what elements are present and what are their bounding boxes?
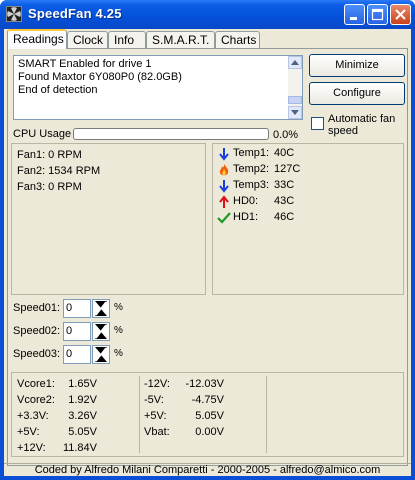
maximize-window-button[interactable] [367,4,388,25]
arrow-down-icon [219,148,229,161]
voltage-label: +5V: [17,426,40,438]
cpu-usage-value: 0.0% [273,129,299,141]
auto-fan-label: Automatic fan speed [328,113,396,137]
status-bar: Coded by Alfredo Milani Comparetti - 200… [34,464,381,476]
voltage-label: +5V: [144,410,167,422]
temp-label: Temp2: [233,163,270,175]
arrow-down-icon [219,180,229,193]
spinner-icon [95,324,107,339]
temps-panel: Temp1: 40C Temp2: 127C Temp3: 33C HD0: 4… [212,143,404,295]
voltage-label: Vcore2: [17,394,55,406]
voltage-value: 1.65V [68,378,97,390]
speed02-stepper[interactable] [92,322,110,341]
tab-charts[interactable]: Charts [215,31,260,48]
temp-value: 43C [274,195,295,207]
log-line: Found Maxtor 6Y080P0 (82.0GB) [18,71,182,83]
log-scrollbar[interactable] [288,56,302,119]
flame-icon [219,164,229,176]
voltage-label: -5V: [144,394,164,406]
voltage-label: -12V: [144,378,170,390]
speedfan-app-icon[interactable] [6,6,22,22]
voltage-value: 1.92V [68,394,97,406]
voltage-value: 11.84V [62,442,97,454]
voltages-panel: Vcore1: 1.65V Vcore2: 1.92V +3.3V: 3.26V +5… [11,372,404,457]
voltages-left: Vcore1: 1.65V Vcore2: 1.92V +3.3V: 3.26V +5… [17,376,97,456]
voltage-label: +12V: [17,442,46,454]
fan-reading: Fan1: 0 RPM [17,149,82,161]
column-divider [139,376,140,453]
voltages-right: -12V: -12.03V -5V: -4.75V +5V: 5.05V Vbat: 0… [144,376,224,440]
tab-info[interactable]: Info [108,31,146,48]
scroll-up-button[interactable] [288,56,302,69]
tab-smart[interactable]: S.M.A.R.T. [146,31,215,48]
speed02-input[interactable]: 0 [63,322,91,341]
auto-fan-checkbox[interactable] [311,117,324,130]
spinner-icon [95,347,107,362]
detection-log[interactable]: SMART Enabled for drive 1 Found Maxtor 6… [13,55,303,120]
voltage-label: +3.3V: [17,410,49,422]
chevron-down-icon [291,110,299,115]
voltage-label: Vbat: [144,426,170,438]
temp-value: 40C [274,147,295,159]
temp-label: HD1: [233,211,259,223]
client-area: Readings Clock Info S.M.A.R.T. Charts SM… [4,29,411,476]
tab-readings[interactable]: Readings [7,29,67,49]
column-divider [266,376,267,453]
temp-value: 33C [274,179,295,191]
speed-label: Speed03: [13,348,61,360]
speed-unit: % [114,302,123,313]
readings-page: SMART Enabled for drive 1 Found Maxtor 6… [7,48,408,466]
voltage-label: Vcore1: [17,378,55,390]
speed01-stepper[interactable] [92,299,110,318]
temp-value: 46C [274,211,295,223]
fan-reading: Fan3: 0 RPM [17,181,82,193]
window-title: SpeedFan 4.25 [28,6,122,21]
temp-label: Temp1: [233,147,270,159]
arrow-up-icon [219,195,229,208]
configure-button[interactable]: Configure [309,82,405,105]
scroll-down-button[interactable] [288,106,302,119]
cpu-usage-label: CPU Usage [13,128,72,140]
minimize-button[interactable]: Minimize [309,54,405,77]
voltage-value: -4.75V [191,394,224,406]
speed-label: Speed02: [13,325,61,337]
speed03-stepper[interactable] [92,345,110,364]
close-window-button[interactable] [390,4,411,25]
scroll-thumb[interactable] [288,96,302,104]
voltage-value: 5.05V [195,410,224,422]
cpu-usage-bar [73,128,269,140]
log-line: SMART Enabled for drive 1 [18,58,152,70]
speed01-input[interactable]: 0 [63,299,91,318]
temp-label: HD0: [233,195,259,207]
speed-unit: % [114,348,123,359]
voltage-value: 5.05V [68,426,97,438]
chevron-up-icon [291,60,299,65]
check-icon [217,212,231,224]
spinner-icon [95,301,107,316]
speedfan-window: SpeedFan 4.25 Readings Clock Info S.M.A.… [0,0,415,480]
fans-panel: Fan1: 0 RPM Fan2: 1534 RPM Fan3: 0 RPM [11,143,206,295]
fan-reading: Fan2: 1534 RPM [17,165,101,177]
log-lines: SMART Enabled for drive 1 Found Maxtor 6… [18,58,182,97]
title-bar[interactable]: SpeedFan 4.25 [0,0,415,29]
speed-unit: % [114,325,123,336]
tab-clock[interactable]: Clock [67,31,108,48]
minimize-window-button[interactable] [344,4,365,25]
voltage-value: -12.03V [185,378,224,390]
temp-label: Temp3: [233,179,270,191]
speed03-input[interactable]: 0 [63,345,91,364]
voltage-value: 0.00V [195,426,224,438]
speed-label: Speed01: [13,302,61,314]
log-line: End of detection [18,84,98,96]
voltage-value: 3.26V [68,410,97,422]
temp-value: 127C [274,163,301,175]
